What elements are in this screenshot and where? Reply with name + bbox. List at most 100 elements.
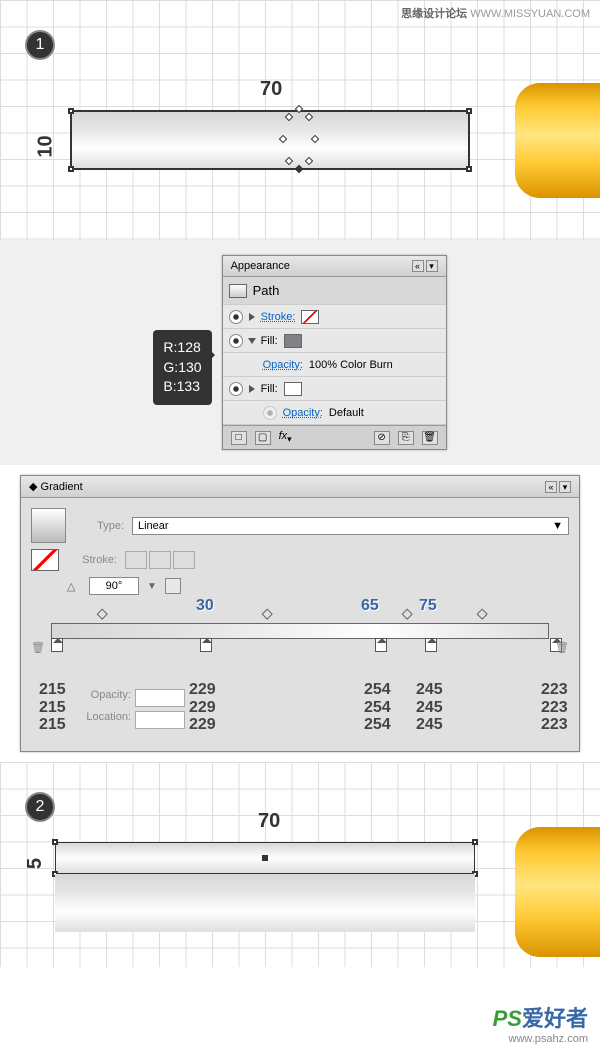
midpoint-diamond[interactable]	[477, 609, 488, 620]
height-label: 5	[24, 858, 47, 869]
location-label: Location:	[81, 711, 131, 729]
fx-button[interactable]: fx▾	[279, 430, 292, 445]
step-badge-2: 2	[25, 792, 55, 822]
yellow-cap-shape	[515, 827, 600, 957]
menu-icon[interactable]: ▾	[559, 481, 571, 493]
eye-icon[interactable]	[229, 310, 243, 324]
opacity-link[interactable]: Opacity:	[263, 359, 303, 371]
stroke-label: Stroke:	[67, 554, 117, 566]
angle-input[interactable]	[89, 577, 139, 595]
square-icon[interactable]: □	[231, 431, 247, 445]
panel-header[interactable]: ◆ Gradient «▾	[21, 476, 579, 498]
stop-values: 215215215 Opacity: Location: 229229229 2…	[31, 681, 569, 741]
wm-url: WWW.MISSYUAN.COM	[470, 8, 590, 20]
stroke-within-button[interactable]	[125, 551, 147, 569]
white-swatch[interactable]	[284, 382, 302, 396]
fill-label: Fill:	[261, 383, 278, 395]
handle-icon[interactable]	[466, 166, 472, 172]
panel-title: Gradient	[41, 481, 83, 493]
panel-title: Appearance	[231, 260, 290, 272]
trash-icon[interactable]: 🗑	[422, 431, 438, 445]
rgb-tooltip: R:128 G:130 B:133	[153, 330, 211, 405]
fill-row-2[interactable]: Fill:	[223, 377, 446, 401]
opacity-link[interactable]: Opacity:	[283, 407, 323, 419]
gradient-slider[interactable]: 30 65 75 🗑 🗑	[31, 603, 569, 673]
step2-canvas: 2 70 5	[0, 762, 600, 967]
handle-icon[interactable]	[68, 166, 74, 172]
handle-icon[interactable]	[472, 839, 478, 845]
appearance-panel[interactable]: Appearance «▾ Path Stroke: Fill: Opacity	[222, 255, 447, 450]
opacity-row-1[interactable]: Opacity: 100% Color Burn	[223, 353, 446, 377]
gradient-preview[interactable]	[31, 508, 66, 543]
path-row[interactable]: Path	[223, 277, 446, 305]
handle-icon[interactable]	[52, 839, 58, 845]
gradient-track[interactable]	[51, 623, 549, 639]
panel-area: R:128 G:130 B:133 Appearance «▾ Path Str…	[0, 240, 600, 465]
type-select[interactable]: Linear▼	[132, 517, 569, 535]
expand-icon[interactable]	[248, 338, 256, 344]
fill-label: Fill:	[261, 335, 278, 347]
midpoint-diamond[interactable]	[402, 609, 413, 620]
duplicate-icon[interactable]: ⎘	[398, 431, 414, 445]
stroke-row[interactable]: Stroke:	[223, 305, 446, 329]
color-stop[interactable]	[375, 638, 387, 652]
color-stop[interactable]	[425, 638, 437, 652]
expand-icon[interactable]	[249, 385, 255, 393]
rgb-r: R:128	[163, 338, 201, 358]
cylinder-shape[interactable]	[70, 110, 470, 170]
watermark-top: 思缘设计论坛 WWW.MISSYUAN.COM	[401, 5, 590, 21]
panel-header[interactable]: Appearance «▾	[223, 256, 446, 277]
reverse-button[interactable]	[165, 578, 181, 594]
bottom-cylinder	[55, 874, 475, 932]
width-label: 70	[258, 810, 280, 833]
step1-canvas: 思缘设计论坛 WWW.MISSYUAN.COM 1 70 10	[0, 0, 600, 240]
type-label: Type:	[74, 520, 124, 532]
midpoint-label: 65	[361, 597, 379, 615]
location-input[interactable]	[135, 711, 185, 729]
trash-icon[interactable]: 🗑	[31, 641, 45, 655]
midpoint-diamond[interactable]	[97, 609, 108, 620]
eye-icon[interactable]	[229, 382, 243, 396]
angle-icon: △	[67, 580, 81, 593]
top-cylinder[interactable]	[55, 842, 475, 874]
handle-icon[interactable]	[466, 108, 472, 114]
panel-footer: □ ▢ fx▾ ⊘ ⎘ 🗑	[223, 425, 446, 449]
center-point[interactable]	[262, 855, 268, 861]
path-swatch	[229, 284, 247, 298]
midpoint-label: 75	[419, 597, 437, 615]
yellow-cap-shape	[515, 83, 600, 198]
color-stop[interactable]	[200, 638, 212, 652]
trash-icon[interactable]: 🗑	[555, 641, 569, 655]
midpoint-label: 30	[196, 597, 214, 615]
stroke-link[interactable]: Stroke:	[261, 311, 296, 323]
menu-icon[interactable]: ▾	[426, 260, 438, 272]
collapse-icon[interactable]: «	[545, 481, 557, 493]
target-icon[interactable]	[229, 334, 243, 348]
midpoint-diamond[interactable]	[262, 609, 273, 620]
wm-title: 思缘设计论坛	[401, 8, 467, 20]
opacity-row-2[interactable]: Opacity: Default	[223, 401, 446, 425]
eye-icon[interactable]	[263, 406, 277, 420]
stroke-across-button[interactable]	[173, 551, 195, 569]
outline-icon[interactable]: ▢	[255, 431, 271, 445]
opacity-value: Default	[329, 407, 364, 419]
none-swatch[interactable]	[31, 549, 59, 571]
path-label: Path	[253, 283, 280, 298]
collapse-icon[interactable]: «	[412, 260, 424, 272]
wm-ahz: 爱好者	[522, 1006, 588, 1031]
width-label: 70	[260, 78, 282, 101]
clear-icon[interactable]: ⊘	[374, 431, 390, 445]
gradient-panel[interactable]: ◆ Gradient «▾ Type: Linear▼ Stroke: △ ▼	[20, 475, 580, 752]
stroke-along-button[interactable]	[149, 551, 171, 569]
rgb-b: B:133	[163, 377, 201, 397]
none-swatch[interactable]	[301, 310, 319, 324]
handle-icon[interactable]	[68, 108, 74, 114]
gray-swatch[interactable]	[284, 334, 302, 348]
opacity-input[interactable]	[135, 689, 185, 707]
expand-icon[interactable]	[249, 313, 255, 321]
type-value: Linear	[138, 520, 169, 532]
ellipse-selection[interactable]	[280, 106, 320, 174]
fill-row-1[interactable]: Fill:	[223, 329, 446, 353]
color-stop[interactable]	[51, 638, 63, 652]
rgb-g: G:130	[163, 358, 201, 378]
